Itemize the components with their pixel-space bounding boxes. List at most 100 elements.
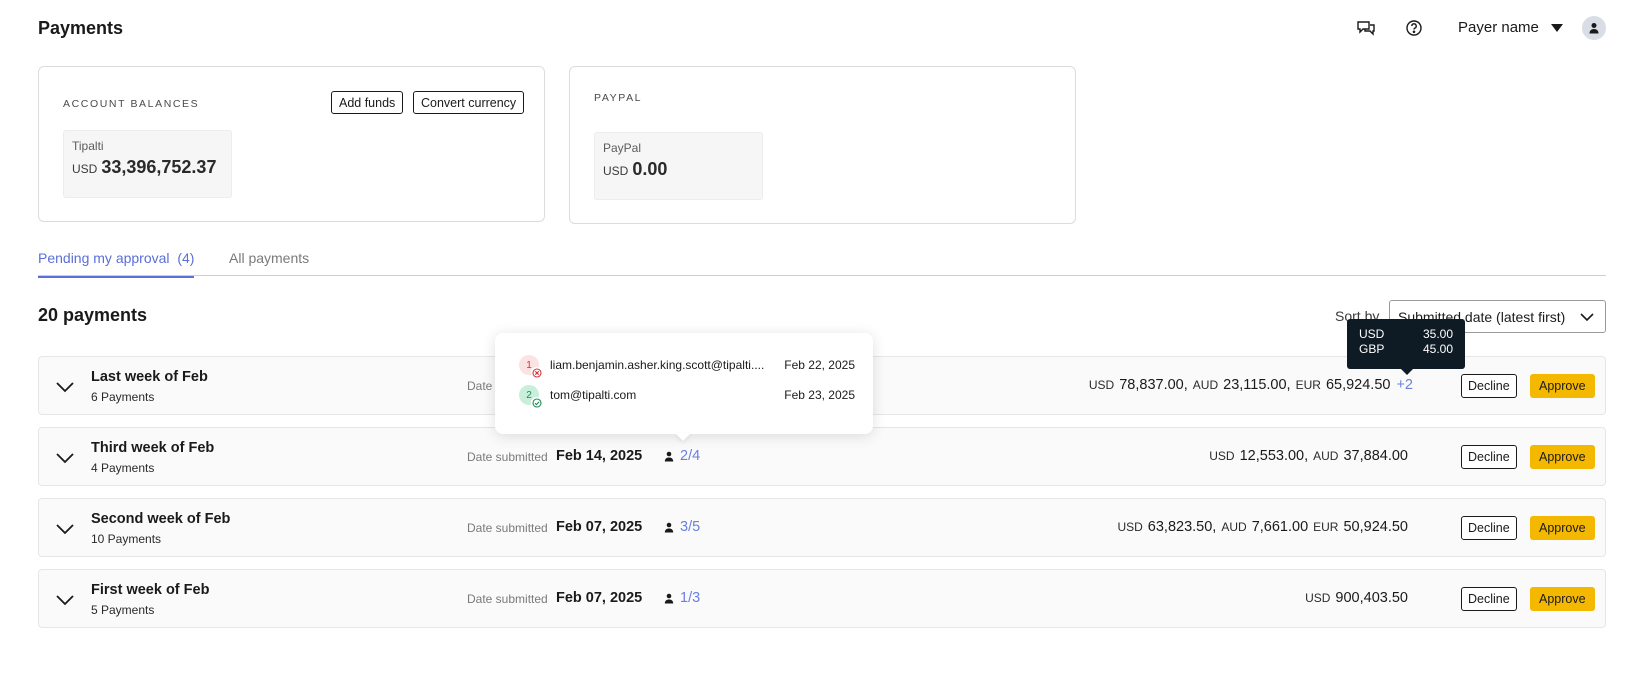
payer-name-label: Payer name [1458,19,1539,36]
amount-currency: EUR [1295,378,1321,392]
approvers-progress[interactable]: 3/5 [664,519,700,535]
amount-value: 7,661.00 [1251,519,1309,535]
tab-all-payments[interactable]: All payments [229,250,309,274]
amount-currency: USD [1117,520,1143,534]
batch-amounts: USD 78,837.00, AUD 23,115.00, EUR 65,924.50 +2 [1089,377,1413,393]
payment-batch-row: Third week of Feb 4 Payments Date submit… [38,427,1606,486]
date-submitted-value: Feb 07, 2025 [556,519,643,535]
balance-amount: 0.00 [632,159,668,179]
batch-name: Third week of Feb [91,440,215,456]
approver-order-badge: 1 [519,355,542,378]
add-funds-button[interactable]: Add funds [331,91,404,114]
approvers-progress[interactable]: 2/4 [664,448,700,464]
amount-value: 37,884.00 [1343,448,1408,464]
account-balances-title: ACCOUNT BALANCES [63,98,200,110]
date-submitted-label: Date submitted [467,521,548,535]
rejected-icon [531,367,542,378]
batch-name: First week of Feb [91,582,210,598]
currency-tooltip: USD 35.00 GBP 45.00 [1347,319,1465,369]
date-submitted-value: Feb 14, 2025 [556,448,643,464]
balance-amount: 33,396,752.37 [101,157,217,177]
decline-button[interactable]: Decline [1461,587,1517,611]
expand-chevron-icon[interactable] [54,518,76,540]
amount-value: 63,823.50, [1147,519,1217,535]
tooltip-row: USD 35.00 [1359,327,1453,342]
batch-payment-count: 6 Payments [91,390,155,404]
batch-payment-count: 4 Payments [91,461,155,475]
approvers-count: 1/3 [680,590,701,606]
tooltip-currency: GBP [1359,342,1385,356]
caret-down-icon [1550,23,1563,32]
batch-amounts: USD 63,823.50, AUD 7,661.00 EUR 50,924.50 [1117,519,1413,535]
batch-name: Last week of Feb [91,369,208,385]
payment-batch-row: First week of Feb 5 Payments Date submit… [38,569,1606,628]
expand-chevron-icon[interactable] [54,589,76,611]
approvers-count: 3/5 [680,519,701,535]
approve-button[interactable]: Approve [1530,587,1595,611]
tooltip-value: 35.00 [1422,327,1453,341]
amount-currency: USD [1305,591,1331,605]
payer-dropdown[interactable]: Payer name [1458,19,1563,36]
date-submitted-label: Date submitted [467,592,548,606]
amount-value: 50,924.50 [1343,519,1408,535]
payments-count-title: 20 payments [38,305,148,325]
avatar[interactable] [1582,16,1606,40]
batch-amounts: USD 12,553.00, AUD 37,884.00 [1209,448,1413,464]
popover-arrow [675,433,691,441]
tooltip-currency: USD [1359,327,1385,341]
approver-email: liam.benjamin.asher.king.scott@tipalti..… [550,358,765,372]
amount-value: 23,115.00, [1223,377,1291,393]
decline-button[interactable]: Decline [1461,445,1517,469]
help-icon[interactable] [1403,17,1425,39]
chat-icon[interactable] [1355,17,1377,39]
approvers-count: 2/4 [680,448,701,464]
batch-name: Second week of Feb [91,511,231,527]
balance-provider: PayPal [603,141,642,155]
balance-provider: Tipalti [72,139,104,153]
date-submitted-value: Feb 07, 2025 [556,590,643,606]
approver-date: Feb 23, 2025 [784,388,855,402]
approver-item: 1 liam.benjamin.asher.king.scott@tipalti… [519,355,855,378]
approver-order-badge: 2 [519,385,542,408]
tipalti-balance: Tipalti USD 33,396,752.37 [63,130,232,198]
balance-currency: USD [603,164,629,178]
approve-button[interactable]: Approve [1530,516,1595,540]
tooltip-value: 45.00 [1422,342,1453,356]
approvers-popover: 1 liam.benjamin.asher.king.scott@tipalti… [495,333,873,434]
expand-chevron-icon[interactable] [54,376,76,398]
approver-email: tom@tipalti.com [550,388,637,402]
person-icon [664,451,674,461]
tabs: Pending my approval (4) All payments [38,248,1606,278]
approved-icon [531,397,542,408]
tab-pending-approval[interactable]: Pending my approval (4) [38,250,195,278]
approve-button[interactable]: Approve [1530,374,1595,398]
account-balances-card: ACCOUNT BALANCES Add funds Convert curre… [38,66,545,222]
amount-currency: AUD [1192,378,1219,392]
amount-value: 12,553.00, [1239,448,1309,464]
amount-value: 78,837.00, [1119,377,1188,393]
amount-currency: AUD [1313,449,1339,463]
amount-value: 65,924.50 [1325,377,1391,393]
tab-count: (4) [177,250,195,266]
paypal-card: PAYPAL PayPal USD 0.00 [569,66,1076,224]
amount-value: 900,403.50 [1335,590,1408,606]
tooltip-row: GBP 45.00 [1359,342,1453,357]
amount-currency: AUD [1221,520,1247,534]
decline-button[interactable]: Decline [1461,516,1517,540]
date-submitted-label: Date submitted [467,450,548,464]
approve-button[interactable]: Approve [1530,445,1595,469]
expand-chevron-icon[interactable] [54,447,76,469]
approver-date: Feb 22, 2025 [784,358,855,372]
batch-amounts: USD 900,403.50 [1305,590,1413,606]
convert-currency-button[interactable]: Convert currency [413,91,525,114]
tab-label: Pending my approval [38,250,170,266]
person-icon [664,593,674,603]
approver-item: 2 tom@tipalti.com Feb 23, 2025 [519,385,855,408]
decline-button[interactable]: Decline [1461,374,1517,398]
more-currencies-link[interactable]: +2 [1396,377,1413,393]
amount-currency: USD [1209,449,1235,463]
approvers-progress[interactable]: 1/3 [664,590,700,606]
paypal-balance: PayPal USD 0.00 [594,132,763,200]
chevron-down-icon [1580,313,1594,322]
balance-currency: USD [72,162,98,176]
